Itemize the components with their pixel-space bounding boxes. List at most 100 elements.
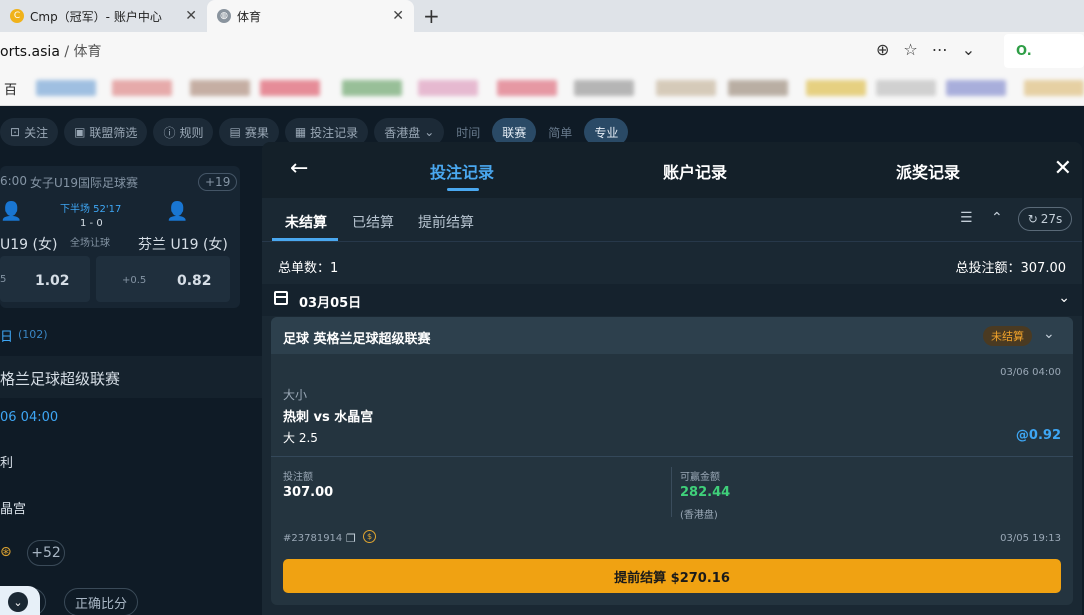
tab-close-icon[interactable]: ✕ [392, 8, 404, 24]
chevron-down-icon[interactable]: ⌄ [1043, 326, 1055, 342]
extension-icon[interactable]: O. [1016, 44, 1032, 59]
bet-records-label: 投注记录 [310, 125, 359, 140]
chevron-down-icon[interactable]: ⌄ [1058, 290, 1070, 306]
odds-type-note: (香港盘) [680, 510, 718, 521]
team-left: U19 (女) [0, 237, 58, 253]
star-icon[interactable]: ☆ [903, 40, 917, 59]
match-teams: 热刺 vs 水晶宫 [283, 410, 374, 425]
chevron-down-icon: ⌄ [8, 592, 28, 612]
odds-type-label: 香港盘 [384, 125, 421, 140]
match-time: 03/06 04:00 [1000, 367, 1061, 378]
extension-area: O. [1004, 34, 1084, 68]
coin-icon: $ [363, 530, 376, 543]
bookmark-blurred[interactable] [946, 80, 1006, 96]
market-pill-correct-score[interactable]: 正确比分 [64, 588, 138, 615]
tab-label: 体育 [237, 9, 262, 24]
records-icon: ▦ [294, 125, 307, 139]
match-status: 下半场 52'17 [60, 204, 122, 215]
day-label: 日 [0, 330, 14, 345]
bet-selection: 大 2.5 [283, 431, 318, 445]
tab-payout-records[interactable]: 派奖记录 [896, 159, 960, 183]
star-box-icon: ⊡ [10, 125, 21, 139]
bookmark-blurred[interactable] [190, 80, 250, 96]
bet-card-header[interactable]: 足球 英格兰足球超级联赛 未结算 ⌄ [271, 317, 1073, 354]
back-arrow-icon[interactable]: ← [290, 156, 308, 181]
status-subtabs: 未结算 已结算 提前结算 ☰ ⌃ ↻ 27s [262, 198, 1082, 242]
bookmark-blurred[interactable] [342, 80, 402, 96]
placed-time: 03/05 19:13 [1000, 533, 1061, 544]
bookmark-blurred[interactable] [656, 80, 716, 96]
team-b-name: 晶宫 [0, 502, 27, 517]
team-right-avatar-icon: 👤 [166, 201, 189, 222]
scoreboard-icon: ▤ [229, 125, 241, 139]
subtab-unsettled[interactable]: 未结算 [285, 212, 327, 232]
browser-tab-bar: C Cmp（冠军）- 账户中心 ✕ ◍ 体育 ✕ + [0, 0, 1084, 32]
divider [271, 456, 1073, 457]
date-group-header[interactable]: 03月05日 ⌄ [262, 284, 1082, 316]
stake-label: 投注额 [283, 472, 313, 483]
copy-icon[interactable]: ❐ [346, 532, 356, 545]
market-type: 大小 [283, 388, 308, 402]
divider [671, 467, 672, 517]
status-badge: 未结算 [983, 326, 1032, 346]
follow-button[interactable]: ⊡ 关注 [0, 118, 59, 146]
tab-bet-records[interactable]: 投注记录 [430, 159, 494, 183]
odd-right-line: +0.5 [122, 275, 147, 286]
bookmark-blurred[interactable] [36, 80, 96, 96]
refresh-button[interactable]: ↻ 27s [1018, 207, 1072, 231]
handicap-label: 全场让球 [70, 238, 110, 249]
active-tab-underline [447, 188, 479, 191]
coin-icon: ⊛ [0, 544, 12, 560]
bookmark-blurred[interactable] [876, 80, 936, 96]
match-score: 1 - 0 [80, 218, 103, 229]
league-header: 格兰足球超级联赛 [0, 370, 121, 388]
bet-odds: @0.92 [1015, 428, 1061, 443]
bookmark-blurred[interactable] [112, 80, 172, 96]
chevron-down-icon: ⌄ [424, 125, 435, 139]
close-icon[interactable]: ✕ [1054, 156, 1072, 181]
ticket-id: #23781914 [283, 533, 343, 544]
browser-tab-sports[interactable]: ◍ 体育 ✕ [207, 0, 414, 32]
collapse-all-icon[interactable]: ⌃ [991, 210, 1003, 226]
rules-button[interactable]: ⓘ 规则 [153, 118, 214, 146]
bookmark-blurred[interactable] [497, 80, 557, 96]
bookmark-first[interactable]: 百 [4, 79, 17, 98]
help-icon: ⓘ [163, 125, 176, 140]
address-bar-actions: ⊕ ☆ ⋯ ⌄ [876, 40, 975, 59]
league-name: 女子U19国际足球赛 [30, 176, 139, 190]
refresh-icon: ↻ [1027, 212, 1038, 226]
subtab-cashout[interactable]: 提前结算 [418, 212, 474, 232]
scroll-down-button[interactable]: ⌄ [0, 586, 40, 615]
cmp-favicon-icon: C [10, 9, 24, 23]
odd-left-value: 1.02 [35, 273, 70, 289]
rules-label: 规则 [179, 125, 204, 140]
url-field[interactable]: orts.asia / 体育 [0, 41, 102, 61]
new-tab-icon[interactable]: + [423, 4, 440, 28]
stake-value: 307.00 [283, 485, 334, 500]
location-pin-icon[interactable]: ⊕ [876, 40, 889, 59]
cashout-button[interactable]: 提前结算 $270.16 [283, 559, 1061, 593]
bookmark-blurred[interactable] [260, 80, 320, 96]
tab-account-records[interactable]: 账户记录 [663, 159, 727, 183]
url-separator: / [59, 44, 74, 60]
bookmark-blurred[interactable] [418, 80, 478, 96]
filter-icon: ▣ [74, 125, 86, 139]
more-icon[interactable]: ⋯ [932, 40, 948, 59]
more-markets-badge[interactable]: +19 [198, 173, 238, 191]
browser-tab-cmp[interactable]: C Cmp（冠军）- 账户中心 ✕ [0, 0, 207, 32]
match-datetime: 06 04:00 [0, 410, 59, 425]
date-label: 03月05日 [299, 296, 362, 311]
team-a-name: 利 [0, 456, 14, 471]
subtab-settled[interactable]: 已结算 [352, 212, 394, 232]
chevron-down-icon[interactable]: ⌄ [962, 40, 975, 59]
league-filter-button[interactable]: ▣ 联盟筛选 [64, 118, 148, 146]
list-view-icon[interactable]: ☰ [960, 210, 973, 226]
bookmark-blurred[interactable] [728, 80, 788, 96]
bookmark-blurred[interactable] [806, 80, 866, 96]
more-markets-pill[interactable]: +52 [27, 540, 65, 566]
league-filter-label: 联盟筛选 [89, 125, 138, 140]
tab-close-icon[interactable]: ✕ [185, 8, 197, 24]
day-count: (102) [18, 328, 48, 341]
bookmark-blurred[interactable] [1024, 80, 1084, 96]
bookmark-blurred[interactable] [574, 80, 634, 96]
